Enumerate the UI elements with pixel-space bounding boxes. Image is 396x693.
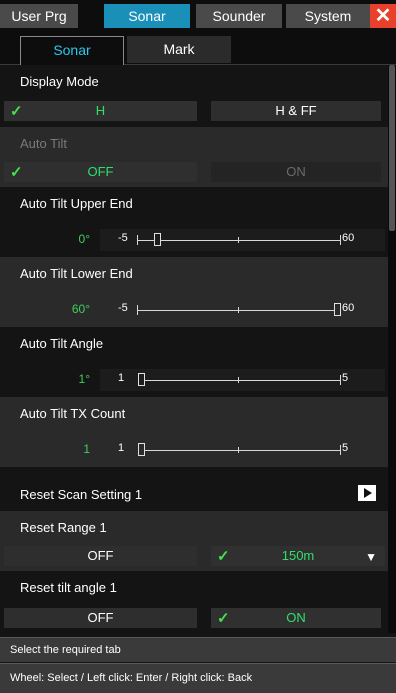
tab-system[interactable]: System: [286, 4, 370, 28]
display-mode-section: Display Mode ✓ H H & FF: [0, 65, 388, 127]
slider-max-label: 60: [342, 302, 355, 314]
check-icon: ✓: [217, 610, 230, 627]
reset-range-title: Reset Range 1: [20, 520, 107, 535]
check-icon: ✓: [10, 164, 23, 181]
lower-end-title: Auto Tilt Lower End: [20, 266, 133, 281]
chevron-down-icon: ▼: [365, 550, 377, 564]
slider-end-tick: [340, 445, 341, 455]
display-mode-title: Display Mode: [20, 74, 99, 89]
tilt-angle-slider[interactable]: 1 5: [100, 369, 385, 391]
auto-tilt-title: Auto Tilt: [20, 136, 67, 151]
slider-mid-tick: [238, 377, 239, 383]
lower-end-section: Auto Tilt Lower End 60° -5 60: [0, 257, 388, 327]
status-hint: Select the required tab: [0, 637, 396, 662]
slider-max-label: 5: [342, 442, 349, 454]
tab-sonar[interactable]: Sonar: [104, 4, 190, 28]
scrollbar[interactable]: [388, 65, 396, 633]
scrollbar-thumb[interactable]: [389, 65, 395, 231]
lower-end-slider[interactable]: -5 60: [100, 299, 385, 321]
slider-min-label: 1: [118, 442, 125, 454]
auto-tilt-off-button[interactable]: ✓ OFF: [4, 162, 197, 182]
tx-count-section: Auto Tilt TX Count 1 1 5: [0, 397, 388, 467]
slider-thumb[interactable]: [154, 233, 161, 246]
option-label: ON: [286, 610, 306, 625]
sub-tab-bar: Sonar Mark: [0, 30, 396, 65]
slider-track: [140, 380, 340, 381]
tab-sounder[interactable]: Sounder: [196, 4, 282, 28]
auto-tilt-section: Auto Tilt ✓ OFF ON: [0, 127, 388, 187]
reset-tilt-title: Reset tilt angle 1: [20, 580, 117, 595]
tab-user-prg[interactable]: User Prg: [0, 4, 78, 28]
settings-list: Display Mode ✓ H H & FF Auto Tilt ✓ OFF …: [0, 65, 388, 633]
status-help: Wheel: Select / Left click: Enter / Righ…: [0, 663, 396, 693]
upper-end-value: 0°: [78, 232, 90, 246]
slider-mid-tick: [238, 307, 239, 313]
reset-scan-title: Reset Scan Setting 1: [20, 487, 143, 502]
tilt-angle-title: Auto Tilt Angle: [20, 336, 104, 351]
top-tab-bar: User Prg Sonar Sounder System ✕: [0, 0, 396, 30]
reset-scan-section[interactable]: Reset Scan Setting 1: [0, 477, 388, 511]
subtab-mark[interactable]: Mark: [127, 36, 231, 63]
slider-max-label: 60: [342, 232, 355, 244]
tilt-angle-value: 1°: [78, 372, 90, 386]
slider-min-label: 1: [118, 372, 125, 384]
slider-min-label: -5: [118, 302, 128, 314]
slider-thumb[interactable]: [138, 443, 145, 456]
slider-max-label: 5: [342, 372, 349, 384]
sonar-settings-panel: User Prg Sonar Sounder System ✕ Sonar Ma…: [0, 0, 396, 693]
upper-end-section: Auto Tilt Upper End 0° -5 60: [0, 187, 388, 257]
check-icon: ✓: [10, 103, 23, 120]
check-icon: ✓: [217, 548, 230, 565]
reset-tilt-section: Reset tilt angle 1 OFF ✓ ON: [0, 571, 388, 633]
reset-tilt-on-button[interactable]: ✓ ON: [211, 608, 381, 628]
slider-mid-tick: [238, 447, 239, 453]
option-label: OFF: [87, 164, 114, 179]
subtab-sonar[interactable]: Sonar: [20, 36, 124, 65]
display-mode-hff-button[interactable]: H & FF: [211, 101, 381, 121]
option-label: H: [95, 103, 106, 118]
upper-end-slider[interactable]: -5 60: [100, 229, 385, 251]
auto-tilt-on-button[interactable]: ON: [211, 162, 381, 182]
slider-thumb[interactable]: [138, 373, 145, 386]
close-icon[interactable]: ✕: [370, 4, 396, 28]
reset-tilt-off-button[interactable]: OFF: [4, 608, 197, 628]
tx-count-slider[interactable]: 1 5: [100, 439, 385, 461]
tx-count-title: Auto Tilt TX Count: [20, 406, 126, 421]
reset-range-section: Reset Range 1 OFF ✓ 150m ▼: [0, 511, 388, 571]
slider-end-tick: [340, 375, 341, 385]
reset-range-off-button[interactable]: OFF: [4, 546, 197, 566]
play-arrow-icon[interactable]: [358, 485, 376, 501]
tx-count-value: 1: [83, 442, 90, 456]
slider-end-tick: [340, 235, 341, 245]
display-mode-h-button[interactable]: ✓ H: [4, 101, 197, 121]
reset-range-select[interactable]: ✓ 150m ▼: [211, 546, 385, 566]
range-value: 150m: [281, 548, 315, 563]
lower-end-value: 60°: [71, 302, 90, 316]
slider-thumb[interactable]: [334, 303, 341, 316]
upper-end-title: Auto Tilt Upper End: [20, 196, 133, 211]
slider-mid-tick: [238, 237, 239, 243]
tilt-angle-section: Auto Tilt Angle 1° 1 5: [0, 327, 388, 397]
slider-track: [140, 450, 340, 451]
slider-min-label: -5: [118, 232, 128, 244]
